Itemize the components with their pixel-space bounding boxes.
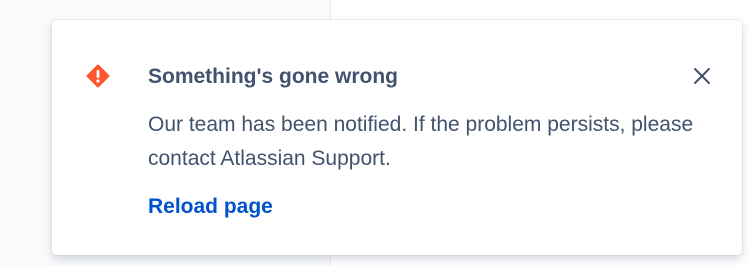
- error-warning-icon: [86, 64, 110, 88]
- error-flag: Something's gone wrong Our team has been…: [52, 20, 742, 255]
- flag-message: Our team has been notified. If the probl…: [148, 113, 694, 170]
- close-icon[interactable]: [690, 64, 714, 88]
- flag-title: Something's gone wrong: [148, 65, 398, 88]
- reload-page-link[interactable]: Reload page: [148, 195, 273, 219]
